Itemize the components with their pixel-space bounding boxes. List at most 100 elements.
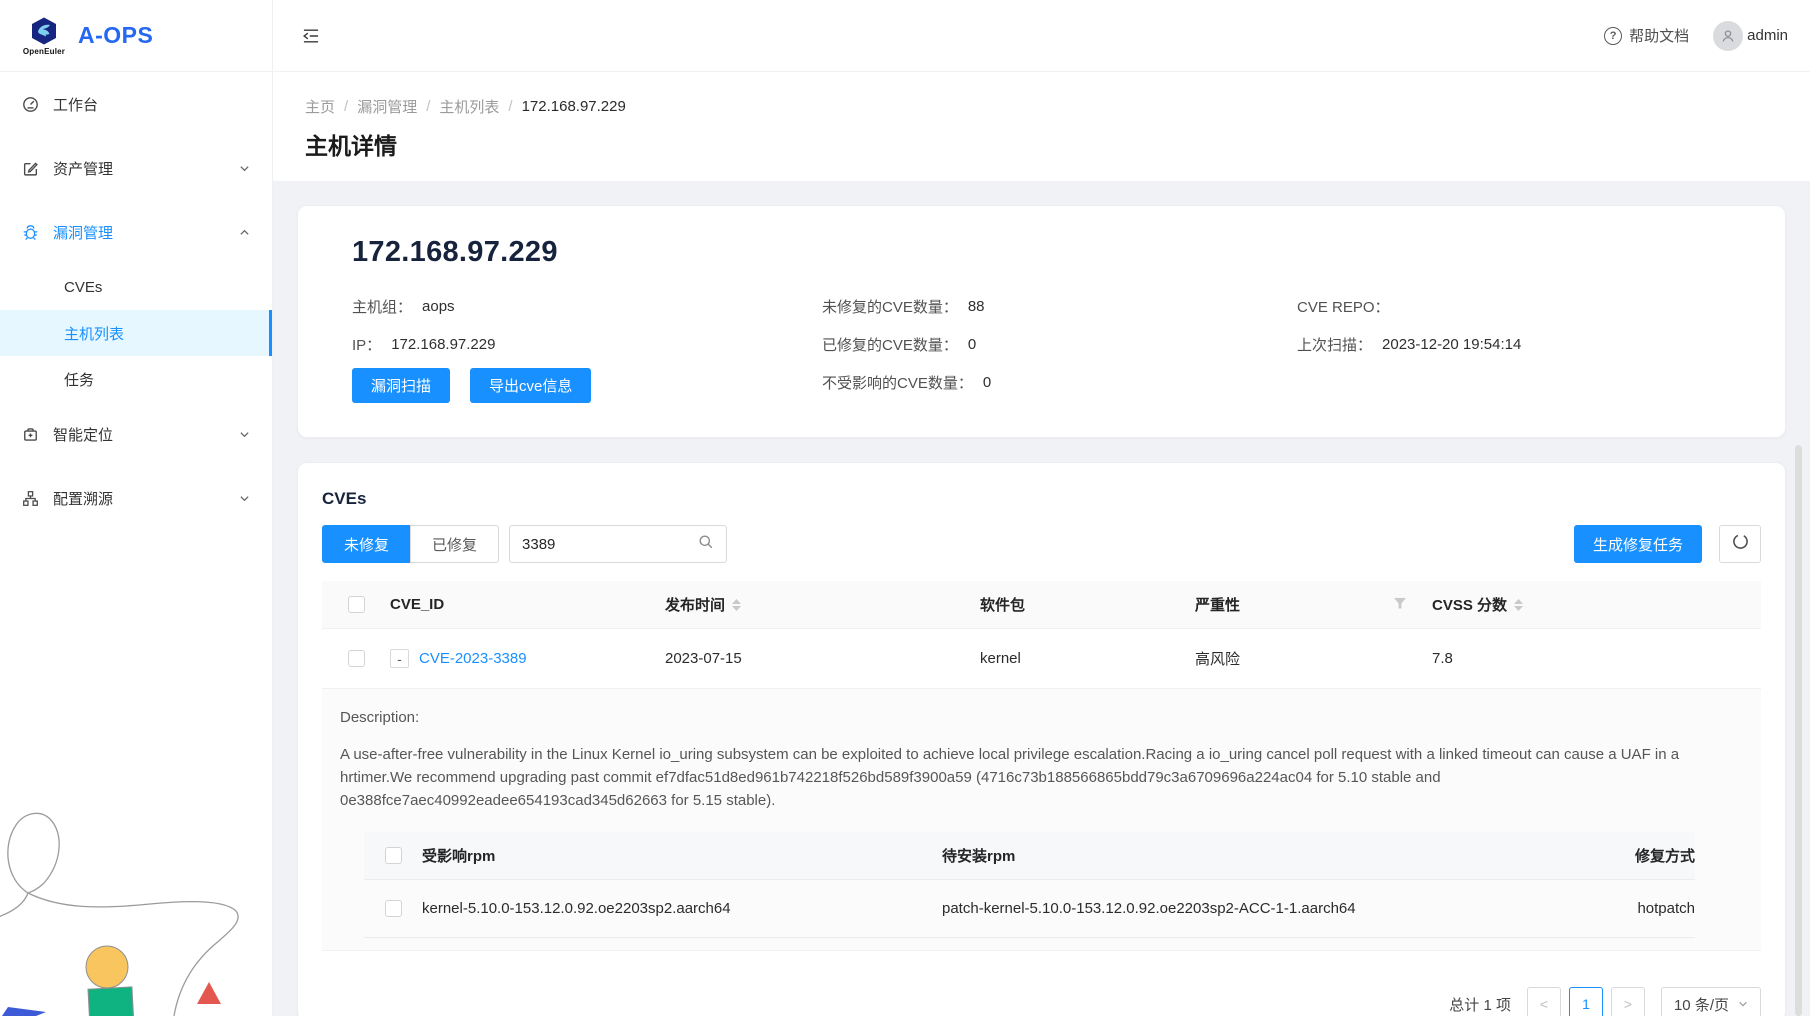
breadcrumb-host-list[interactable]: 主机列表 [439,96,499,117]
next-page-button[interactable]: > [1611,987,1645,1016]
fix-method-value: hotpatch [1545,900,1695,917]
cluster-icon [22,490,39,507]
col-severity-label: 严重性 [1195,594,1240,615]
col-install-rpm: 待安装rpm [942,845,1545,866]
cve-search-input[interactable] [522,536,698,553]
export-cve-button[interactable]: 导出cve信息 [470,368,591,403]
help-docs-link[interactable]: ? 帮助文档 [1604,25,1689,46]
sidebar-item-config-trace[interactable]: 配置溯源 [0,466,272,530]
avatar [1713,21,1743,51]
sidebar-item-vulnerability[interactable]: 漏洞管理 [0,200,272,264]
page-size-select[interactable]: 10 条/页 [1661,987,1761,1016]
page-head: 主页 / 漏洞管理 / 主机列表 / 172.168.97.229 主机详情 [273,72,1810,181]
page-size-value: 10 条/页 [1674,994,1729,1015]
unaffected-cve-label: 不受影响的CVE数量： [822,372,973,393]
scan-button[interactable]: 漏洞扫描 [352,368,450,403]
host-group-value: aops [422,298,455,315]
breadcrumb: 主页 / 漏洞管理 / 主机列表 / 172.168.97.229 [305,96,1778,117]
cve-id-link[interactable]: CVE-2023-3389 [419,650,527,667]
sidebar-item-assets[interactable]: 资产管理 [0,136,272,200]
col-cve-id: CVE_ID [390,596,665,613]
pagination: 总计 1 项 < 1 > 10 条/页 [322,987,1761,1016]
unaffected-cve-count: 0 [983,374,991,391]
sort-icon[interactable] [732,599,741,611]
sidebar-item-label: 智能定位 [53,424,113,445]
breadcrumb-current: 172.168.97.229 [522,98,626,115]
host-group-label: 主机组： [352,296,412,317]
fix-status-tabs: 未修复 已修复 [322,525,499,563]
sidebar-item-tasks[interactable]: 任务 [0,356,272,402]
search-icon[interactable] [698,534,714,555]
sort-icon[interactable] [1514,599,1523,611]
menu-fold-icon[interactable] [301,26,321,46]
host-info-col-2: 未修复的CVE数量： 88 已修复的CVE数量： 0 不受影响的CVE数量： 0 [822,287,1297,403]
select-all-checkbox[interactable] [348,596,365,613]
col-cvss[interactable]: CVSS 分数 [1432,594,1761,615]
chevron-down-icon [239,163,250,174]
fixed-cve-count: 0 [968,336,976,353]
chevron-up-icon [239,227,250,238]
rpm-select-all-checkbox[interactable] [385,847,402,864]
cve-section-title: CVEs [322,489,1761,509]
fixed-cve-label: 已修复的CVE数量： [822,334,958,355]
prev-page-button[interactable]: < [1527,987,1561,1016]
question-circle-icon: ? [1604,27,1622,45]
topbar: ? 帮助文档 admin [273,0,1810,72]
filter-icon[interactable] [1394,596,1406,613]
rpm-table-header: 受影响rpm 待安装rpm 修复方式 [364,832,1695,880]
chevron-down-icon [239,429,250,440]
breadcrumb-separator: / [344,98,348,115]
col-cvss-label: CVSS 分数 [1432,594,1507,615]
breadcrumb-separator: / [426,98,430,115]
sidebar-item-label: 资产管理 [53,158,113,179]
cve-table-row: - CVE-2023-3389 2023-07-15 kernel 高风险 7.… [322,629,1761,689]
col-fix-method: 修复方式 [1545,845,1695,866]
sidebar-menu: 工作台 资产管理 [0,72,272,530]
openeuler-logo-icon: OpenEuler [22,16,66,56]
chevron-down-icon [239,493,250,504]
last-scan-value: 2023-12-20 19:54:14 [1382,336,1521,353]
sidebar-item-label: 工作台 [53,94,98,115]
sidebar: OpenEuler A-OPS 工作台 [0,0,273,1016]
last-scan-label: 上次扫描： [1297,334,1372,355]
col-package: 软件包 [980,594,1195,615]
sidebar-item-workbench[interactable]: 工作台 [0,72,272,136]
sidebar-item-host-list[interactable]: 主机列表 [0,310,272,356]
col-publish-date[interactable]: 发布时间 [665,594,980,615]
scrollbar[interactable] [1795,445,1802,1016]
tab-fixed[interactable]: 已修复 [410,525,499,563]
bug-icon [22,224,39,241]
host-info-col-3: CVE REPO： 上次扫描： 2023-12-20 19:54:14 [1297,287,1731,403]
content: 172.168.97.229 主机组： aops IP： 172.168.97.… [273,181,1810,1016]
cve-table-header: CVE_ID 发布时间 软件包 严重性 [322,581,1761,629]
sidebar-item-label: CVEs [64,279,102,296]
decorative-shapes [0,801,273,1016]
tab-unfixed[interactable]: 未修复 [322,525,411,563]
refresh-button[interactable] [1719,525,1761,563]
toolbox-icon [22,426,39,443]
cve-controls: 未修复 已修复 生成修复任务 [322,525,1761,563]
rpm-table: 受影响rpm 待安装rpm 修复方式 kernel-5.10.0-153.12.… [364,832,1695,938]
app-window: OpenEuler A-OPS 工作台 [0,0,1810,1016]
rpm-row-checkbox[interactable] [385,900,402,917]
breadcrumb-vuln[interactable]: 漏洞管理 [357,96,417,117]
collapse-row-button[interactable]: - [390,649,409,668]
generate-fix-task-button[interactable]: 生成修复任务 [1574,525,1702,563]
sidebar-item-cves[interactable]: CVEs [0,264,272,310]
cvss-value: 7.8 [1432,650,1761,667]
logo-subtext: OpenEuler [23,47,65,56]
username: admin [1747,27,1788,44]
logo[interactable]: OpenEuler A-OPS [0,0,272,72]
ip-value: 172.168.97.229 [391,336,495,353]
breadcrumb-home[interactable]: 主页 [305,96,335,117]
cve-table: CVE_ID 发布时间 软件包 严重性 [322,581,1761,951]
page-1-button[interactable]: 1 [1569,987,1603,1016]
pagination-total: 总计 1 项 [1449,994,1511,1015]
sidebar-item-smart-locate[interactable]: 智能定位 [0,402,272,466]
cve-repo-label: CVE REPO： [1297,296,1390,317]
refresh-icon [1732,533,1749,555]
edit-square-icon [22,160,39,177]
row-checkbox[interactable] [348,650,365,667]
col-publish-date-label: 发布时间 [665,594,725,615]
user-menu[interactable]: admin [1713,21,1788,51]
